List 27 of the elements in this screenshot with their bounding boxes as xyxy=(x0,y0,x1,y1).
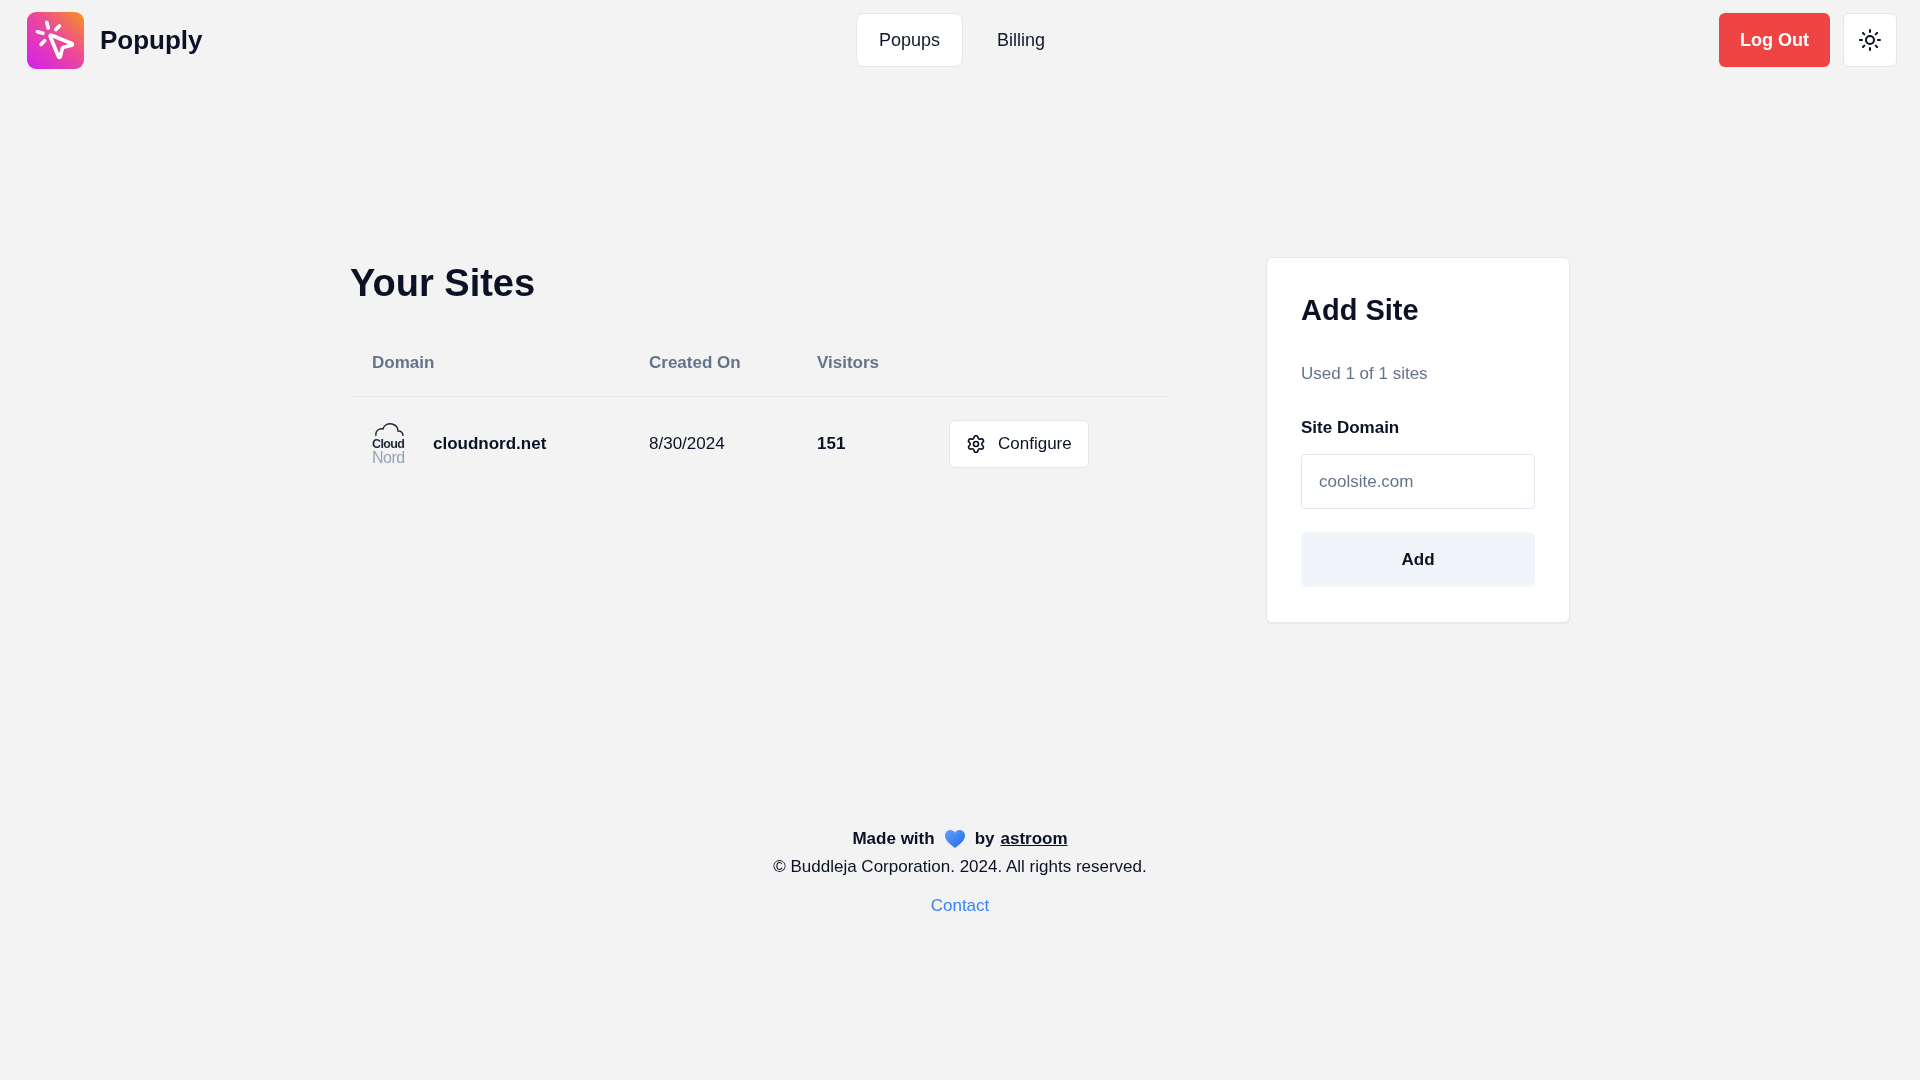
column-header: Domain xyxy=(372,352,435,374)
configure-button[interactable]: Configure xyxy=(949,420,1089,468)
site-logo: Cloud Nord xyxy=(372,422,415,466)
card-title: Add Site xyxy=(1301,293,1420,328)
heart-icon xyxy=(944,830,965,848)
visitors-cell: 151 xyxy=(817,433,846,455)
nav-tab[interactable]: Billing xyxy=(974,13,1069,67)
credit-text: by xyxy=(974,829,995,849)
cursor-click-logo-icon xyxy=(27,11,84,69)
credit-text: Made with xyxy=(852,829,935,849)
domain-cell: cloudnord.net xyxy=(433,433,547,455)
brand-name: Popuply xyxy=(100,24,203,56)
gear-icon xyxy=(966,434,986,454)
field-label: Site Domain xyxy=(1301,417,1401,439)
author-link[interactable]: astroom xyxy=(1000,829,1068,849)
copyright-text: © Buddleja Corporation. 2024. All rights reserved. xyxy=(773,856,1147,878)
log-out-button[interactable]: Log Out xyxy=(1719,13,1830,67)
add-button[interactable]: Add xyxy=(1301,532,1535,587)
site-domain-field[interactable]: coolsite.com xyxy=(1301,454,1535,509)
theme-toggle-button[interactable] xyxy=(1843,13,1897,67)
usage-text: Used 1 of 1 sites xyxy=(1301,363,1429,385)
date-cell: 8/30/2024 xyxy=(649,433,725,455)
column-header: Visitors xyxy=(817,352,880,374)
nav-tab[interactable]: Popups xyxy=(855,13,963,67)
column-header: Created On xyxy=(649,352,741,374)
page-heading: Your Sites xyxy=(350,261,537,306)
sun-icon xyxy=(1858,28,1882,52)
